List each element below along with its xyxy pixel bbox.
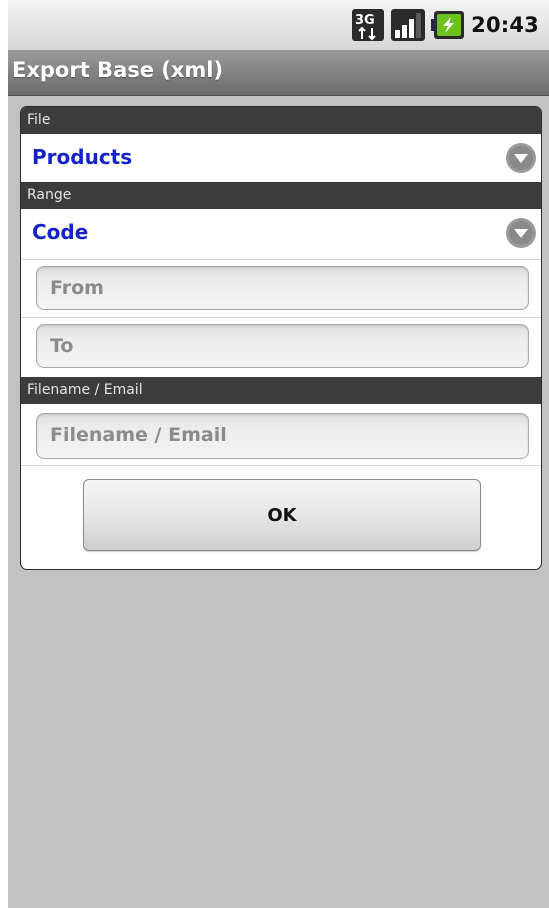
status-clock: 20:43 bbox=[471, 13, 539, 37]
page-title: Export Base (xml) bbox=[12, 58, 224, 82]
range-spinner-value: Code bbox=[32, 220, 89, 244]
range-section-label: Range bbox=[27, 187, 72, 203]
filename-section-label: Filename / Email bbox=[27, 382, 143, 398]
to-row: To bbox=[21, 317, 541, 376]
ok-button-label: OK bbox=[267, 505, 297, 526]
battery-charging-icon bbox=[431, 11, 465, 39]
filename-row: Filename / Email bbox=[21, 404, 541, 464]
file-spinner-value: Products bbox=[32, 145, 133, 169]
to-input[interactable]: To bbox=[36, 324, 529, 368]
dropdown-arrow-icon bbox=[506, 218, 536, 248]
file-section-label: File bbox=[27, 112, 51, 128]
filename-email-input[interactable]: Filename / Email bbox=[36, 413, 529, 459]
ok-button[interactable]: OK bbox=[83, 479, 481, 551]
3g-data-icon: 3G bbox=[352, 9, 385, 41]
range-spinner[interactable]: Code bbox=[21, 209, 541, 257]
svg-text:3G: 3G bbox=[355, 13, 375, 28]
file-spinner[interactable]: Products bbox=[21, 134, 541, 182]
status-icons: 3G 20:43 bbox=[351, 8, 549, 42]
app-screen: 3G 20:43 Export Base (xml) File Products… bbox=[8, 0, 549, 908]
title-bar: Export Base (xml) bbox=[8, 50, 549, 96]
file-section-header: File bbox=[21, 107, 541, 134]
from-row: From bbox=[21, 259, 541, 317]
from-input-placeholder: From bbox=[50, 277, 104, 299]
status-bar: 3G 20:43 bbox=[8, 0, 549, 51]
divider bbox=[21, 465, 541, 466]
from-input[interactable]: From bbox=[36, 266, 529, 310]
dropdown-arrow-icon bbox=[506, 143, 536, 173]
to-input-placeholder: To bbox=[50, 335, 74, 357]
export-form-card: File Products Range Code From To Filenam… bbox=[20, 106, 542, 570]
filename-section-header: Filename / Email bbox=[21, 377, 541, 404]
range-section-header: Range bbox=[21, 182, 541, 209]
signal-strength-icon bbox=[391, 9, 426, 41]
filename-email-placeholder: Filename / Email bbox=[50, 424, 227, 446]
